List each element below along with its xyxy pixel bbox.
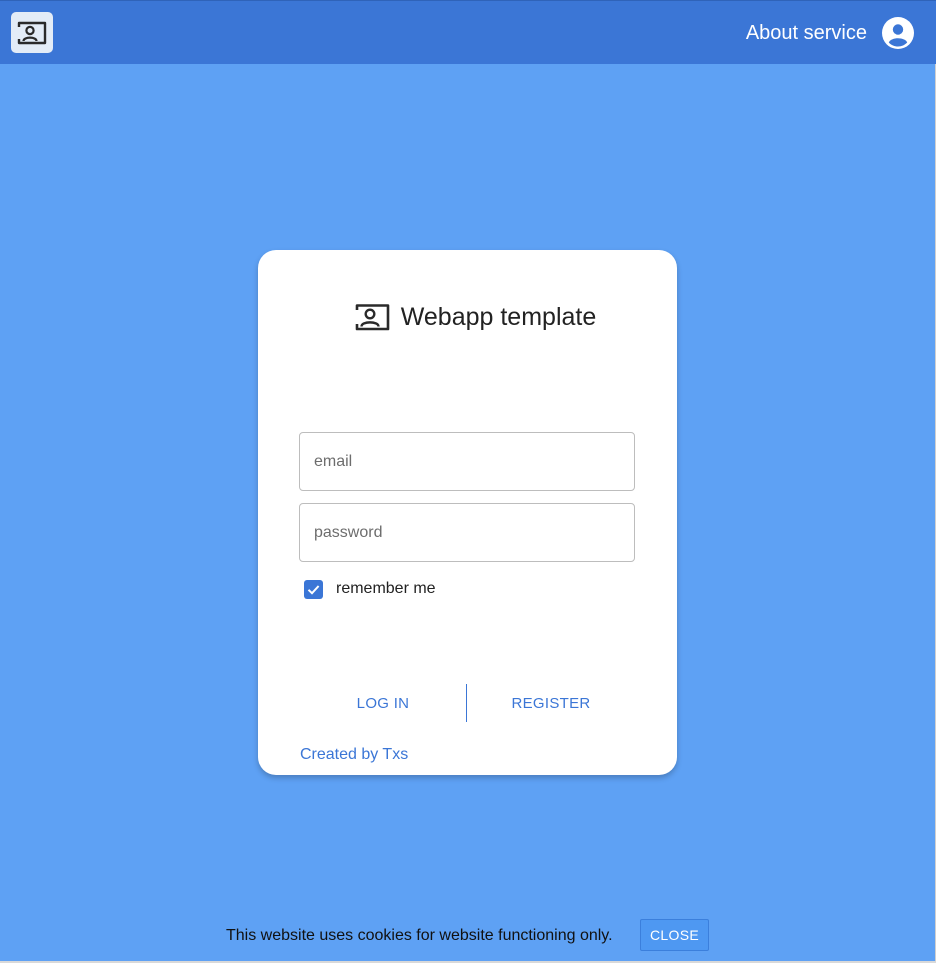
account-button[interactable] xyxy=(882,17,914,49)
about-service-link[interactable]: About service xyxy=(746,21,867,45)
login-button[interactable]: LOG IN xyxy=(299,684,467,722)
email-field[interactable] xyxy=(299,432,635,491)
card-brand: Webapp template xyxy=(345,302,605,332)
app-bar: About service xyxy=(0,0,936,64)
account-box-outline-icon xyxy=(353,304,390,331)
cookie-banner: This website uses cookies for website fu… xyxy=(0,919,936,952)
card-actions: LOG IN REGISTER xyxy=(299,684,635,722)
cookie-message: This website uses cookies for website fu… xyxy=(226,927,613,944)
remember-me-checkbox[interactable]: remember me xyxy=(304,579,436,599)
cookie-close-button[interactable]: CLOSE xyxy=(640,919,709,951)
app-logo-button[interactable] xyxy=(11,12,53,53)
account-circle-icon xyxy=(882,17,914,49)
card-title: Webapp template xyxy=(400,303,597,331)
check-icon xyxy=(307,584,320,595)
email-input[interactable] xyxy=(300,433,634,490)
password-field[interactable] xyxy=(299,503,635,562)
created-by-link[interactable]: Created by Txs xyxy=(300,745,408,765)
account-box-outline-icon xyxy=(17,21,47,44)
checkbox-checked[interactable] xyxy=(304,579,323,599)
login-card: Webapp template remember me LOG IN REGIS… xyxy=(258,250,677,775)
register-button[interactable]: REGISTER xyxy=(467,684,635,722)
password-input[interactable] xyxy=(300,504,634,561)
remember-me-label[interactable]: remember me xyxy=(336,579,436,599)
